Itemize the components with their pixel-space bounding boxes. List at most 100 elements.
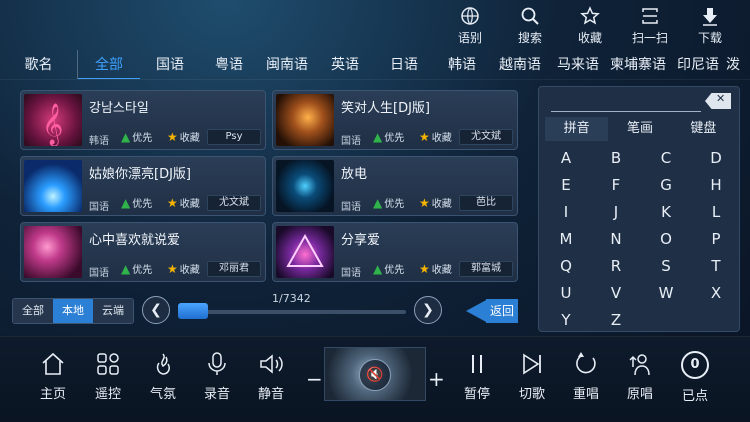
key[interactable]: G: [641, 172, 691, 199]
language-label: 语别: [457, 31, 482, 45]
tab-indonesian[interactable]: 印尼语: [670, 50, 726, 79]
key[interactable]: P: [691, 226, 741, 253]
atmosphere-button[interactable]: 气氛: [138, 351, 188, 402]
category-tabs: 歌名 全部 国语 粤语 闽南语 英语 日语 韩语 越南语 马来语 柬埔寨语 印尼…: [0, 50, 750, 80]
tab-pinyin[interactable]: 拼音: [545, 117, 609, 141]
tab-english[interactable]: 英语: [316, 50, 374, 79]
tab-strokes[interactable]: 笔画: [608, 117, 671, 141]
singer-button[interactable]: 尤文斌: [459, 129, 513, 145]
key[interactable]: H: [691, 172, 741, 199]
singer-button[interactable]: 郭富城: [459, 261, 513, 277]
song-card[interactable]: 𝄞 강남스타일 韩语 ▲ 优先 ★ 收藏 Psy: [20, 90, 266, 150]
backspace-button[interactable]: ✕: [705, 93, 731, 109]
singer-button[interactable]: 尤文斌: [207, 195, 261, 211]
singer-button[interactable]: 邓丽君: [207, 261, 261, 277]
search-input[interactable]: [551, 111, 701, 112]
video-preview[interactable]: 🔇: [324, 347, 426, 401]
volume-up-button[interactable]: +: [428, 367, 445, 391]
key[interactable]: U: [541, 280, 591, 307]
mute-button[interactable]: 静音: [246, 351, 296, 402]
song-card[interactable]: 分享爱 国语 ▲ 优先 ★ 收藏 郭富城: [272, 222, 518, 282]
key[interactable]: W: [641, 280, 691, 307]
keyboard-tabs: 拼音 笔画 键盘: [545, 117, 735, 141]
key[interactable]: O: [641, 226, 691, 253]
singer-button[interactable]: Psy: [207, 129, 261, 145]
key[interactable]: F: [591, 172, 641, 199]
tab-song-name[interactable]: 歌名: [0, 50, 78, 79]
tab-khmer[interactable]: 柬埔寨语: [606, 50, 670, 79]
key[interactable]: Q: [541, 253, 591, 280]
filter-local[interactable]: 本地: [53, 299, 93, 323]
key[interactable]: E: [541, 172, 591, 199]
filter-all[interactable]: 全部: [13, 299, 53, 323]
key[interactable]: B: [591, 145, 641, 172]
next-song-button[interactable]: 切歌: [507, 351, 557, 402]
key[interactable]: T: [691, 253, 741, 280]
song-card[interactable]: 心中喜欢就说爱 国语 ▲ 优先 ★ 收藏 邓丽君: [20, 222, 266, 282]
download-button[interactable]: 下载: [680, 6, 740, 46]
filter-cloud[interactable]: 云端: [93, 299, 133, 323]
key[interactable]: A: [541, 145, 591, 172]
key[interactable]: Y: [541, 307, 591, 334]
priority-button[interactable]: ▲ 优先: [121, 261, 152, 277]
page-slider-track[interactable]: [180, 310, 406, 314]
tab-mandarin[interactable]: 国语: [140, 50, 200, 79]
song-card[interactable]: 放电 国语 ▲ 优先 ★ 收藏 芭比: [272, 156, 518, 216]
scan-button[interactable]: 扫一扫: [620, 6, 680, 46]
pause-button[interactable]: 暂停: [452, 351, 502, 402]
tab-all[interactable]: 全部: [78, 50, 140, 79]
key[interactable]: Z: [591, 307, 641, 334]
original-singer-button[interactable]: 原唱: [615, 351, 665, 402]
priority-button[interactable]: ▲ 优先: [121, 195, 152, 211]
key[interactable]: C: [641, 145, 691, 172]
home-button[interactable]: 主页: [28, 351, 78, 402]
record-button[interactable]: 录音: [192, 351, 242, 402]
favorite-button[interactable]: ★ 收藏: [167, 129, 200, 145]
favorite-button[interactable]: ★ 收藏: [167, 261, 200, 277]
key[interactable]: N: [591, 226, 641, 253]
back-button[interactable]: 返回: [466, 299, 518, 323]
favorite-button[interactable]: ★ 收藏: [419, 129, 452, 145]
remote-button[interactable]: 遥控: [83, 351, 133, 402]
key[interactable]: J: [591, 199, 641, 226]
favorite-button[interactable]: ★ 收藏: [419, 261, 452, 277]
replay-button[interactable]: 重唱: [561, 351, 611, 402]
prev-page-button[interactable]: ❮: [142, 296, 170, 324]
tab-overflow[interactable]: 泼: [726, 50, 748, 79]
tab-keyboard[interactable]: 键盘: [672, 117, 735, 141]
priority-button[interactable]: ▲ 优先: [121, 129, 152, 145]
favorites-button[interactable]: 收藏: [560, 6, 620, 46]
key[interactable]: I: [541, 199, 591, 226]
priority-button[interactable]: ▲ 优先: [373, 261, 404, 277]
priority-button[interactable]: ▲ 优先: [373, 195, 404, 211]
tab-vietnamese[interactable]: 越南语: [490, 50, 550, 79]
up-arrow-icon: ▲: [373, 261, 383, 276]
song-card[interactable]: 姑娘你漂亮[DJ版] 国语 ▲ 优先 ★ 收藏 尤文斌: [20, 156, 266, 216]
singer-button[interactable]: 芭比: [459, 195, 513, 211]
tab-malay[interactable]: 马来语: [550, 50, 606, 79]
key[interactable]: X: [691, 280, 741, 307]
tab-minnan[interactable]: 闽南语: [258, 50, 316, 79]
key[interactable]: V: [591, 280, 641, 307]
priority-button[interactable]: ▲ 优先: [373, 129, 404, 145]
key[interactable]: S: [641, 253, 691, 280]
key[interactable]: D: [691, 145, 741, 172]
original-singer-icon: [629, 354, 650, 376]
song-card[interactable]: 笑对人生[DJ版] 国语 ▲ 优先 ★ 收藏 尤文斌: [272, 90, 518, 150]
tab-cantonese[interactable]: 粤语: [200, 50, 258, 79]
favorite-button[interactable]: ★ 收藏: [419, 195, 452, 211]
tab-korean[interactable]: 韩语: [434, 50, 490, 79]
next-page-button[interactable]: ❯: [414, 296, 442, 324]
favorite-button[interactable]: ★ 收藏: [167, 195, 200, 211]
key[interactable]: R: [591, 253, 641, 280]
volume-down-button[interactable]: −: [306, 367, 323, 391]
language-button[interactable]: 语别: [440, 6, 500, 46]
key[interactable]: L: [691, 199, 741, 226]
speaker-mute-icon[interactable]: 🔇: [359, 359, 391, 391]
queued-songs-button[interactable]: 0 已点: [670, 351, 720, 404]
key[interactable]: M: [541, 226, 591, 253]
tab-japanese[interactable]: 日语: [374, 50, 434, 79]
key[interactable]: K: [641, 199, 691, 226]
search-button[interactable]: 搜索: [500, 6, 560, 46]
page-slider-handle[interactable]: [178, 303, 208, 319]
